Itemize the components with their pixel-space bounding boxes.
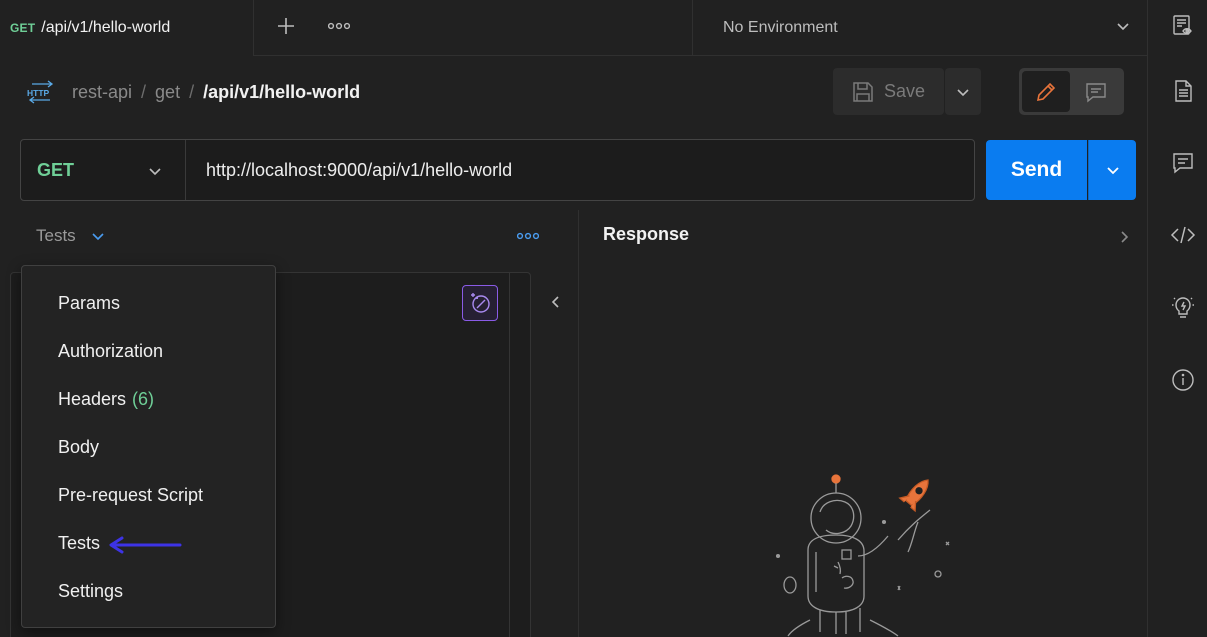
menu-item-label: Params	[58, 292, 121, 313]
ai-assistant-button[interactable]	[462, 285, 498, 321]
more-horizontal-icon	[517, 232, 539, 240]
chevron-down-icon	[1106, 167, 1119, 175]
send-options-button[interactable]	[1088, 140, 1136, 200]
related-collections-button[interactable]	[1170, 294, 1196, 320]
tab-options-button[interactable]	[322, 10, 356, 42]
save-icon	[853, 81, 873, 102]
plus-icon	[278, 18, 294, 34]
menu-item-label: Pre-request Script	[58, 484, 204, 505]
new-tab-button[interactable]	[270, 10, 302, 42]
response-title: Response	[603, 224, 690, 244]
send-button[interactable]: Send	[986, 140, 1087, 200]
collapse-panel-button[interactable]	[545, 290, 567, 314]
breadcrumb-collection[interactable]: rest-api	[72, 82, 132, 103]
breadcrumb-folder[interactable]: get	[155, 82, 180, 103]
info-icon	[1172, 369, 1194, 391]
menu-item-label: Authorization	[58, 340, 164, 361]
annotation-arrow-icon	[109, 536, 182, 554]
ai-sparkle-icon	[471, 293, 490, 313]
request-tab[interactable]: GET /api/v1/hello-world	[0, 0, 254, 56]
comments-button[interactable]	[1170, 150, 1196, 176]
astronaut-illustration	[775, 474, 950, 637]
tab-method: GET	[10, 21, 36, 35]
menu-item-label: Body	[58, 436, 100, 457]
document-icon	[1175, 80, 1192, 102]
section-dropdown[interactable]: Tests	[36, 224, 106, 248]
pencil-icon	[1036, 82, 1056, 101]
info-button[interactable]	[1170, 367, 1196, 393]
breadcrumb-separator: /	[189, 81, 195, 102]
editor-divider	[509, 273, 510, 637]
chevron-down-icon	[957, 88, 969, 96]
expand-response-button[interactable]	[1114, 226, 1134, 248]
section-menu: Params Authorization Headers (6) Body Pre…	[21, 265, 276, 628]
comment-icon	[1086, 82, 1106, 102]
request-options-button[interactable]	[512, 226, 544, 246]
lightbulb-icon	[1172, 297, 1194, 318]
url-input[interactable]	[194, 150, 954, 190]
menu-item-body[interactable]: Body	[22, 423, 275, 471]
http-icon: HTTP	[27, 80, 54, 104]
chevron-down-icon	[92, 233, 104, 241]
environment-label: No Environment	[723, 19, 838, 36]
right-sidebar	[1147, 0, 1207, 637]
chevron-down-icon	[149, 168, 161, 176]
chevron-right-icon	[1121, 231, 1129, 243]
menu-item-headers[interactable]: Headers (6)	[22, 375, 275, 423]
menu-item-pre-request-script[interactable]: Pre-request Script	[22, 471, 275, 519]
menu-item-label: Settings	[58, 580, 124, 601]
save-label: Save	[883, 81, 926, 101]
menu-item-label: Tests	[58, 532, 101, 553]
menu-item-params[interactable]: Params	[22, 279, 275, 327]
headers-count: (6)	[132, 388, 155, 409]
edit-mode-button[interactable]	[1022, 71, 1070, 112]
environment-select[interactable]: No Environment	[692, 0, 1147, 56]
code-snippet-button[interactable]	[1170, 222, 1196, 248]
menu-item-settings[interactable]: Settings	[22, 567, 275, 615]
comment-mode-button[interactable]	[1072, 71, 1120, 112]
environment-quick-look-button[interactable]	[1170, 12, 1196, 38]
request-name[interactable]: /api/v1/hello-world	[203, 82, 360, 103]
pane-divider[interactable]	[578, 210, 579, 637]
breadcrumb: rest-api / get / /api/v1/hello-world	[72, 80, 369, 104]
menu-item-authorization[interactable]: Authorization	[22, 327, 275, 375]
comment-icon	[1173, 153, 1193, 174]
documentation-button[interactable]	[1170, 78, 1196, 104]
menu-item-label: Headers	[58, 388, 127, 409]
more-horizontal-icon	[328, 22, 350, 30]
method-select[interactable]: GET	[21, 140, 186, 200]
chevron-down-icon	[1117, 23, 1129, 31]
eye-doc-icon	[1173, 15, 1192, 35]
save-options-button[interactable]	[945, 68, 981, 115]
svg-text:HTTP: HTTP	[27, 88, 50, 98]
breadcrumb-separator: /	[141, 81, 147, 102]
method-label: GET	[37, 159, 75, 180]
chevron-left-icon	[551, 296, 559, 308]
save-button[interactable]: Save	[833, 68, 944, 115]
code-icon	[1170, 226, 1196, 244]
tab-title: /api/v1/hello-world	[41, 19, 171, 36]
section-label: Tests	[36, 226, 76, 245]
